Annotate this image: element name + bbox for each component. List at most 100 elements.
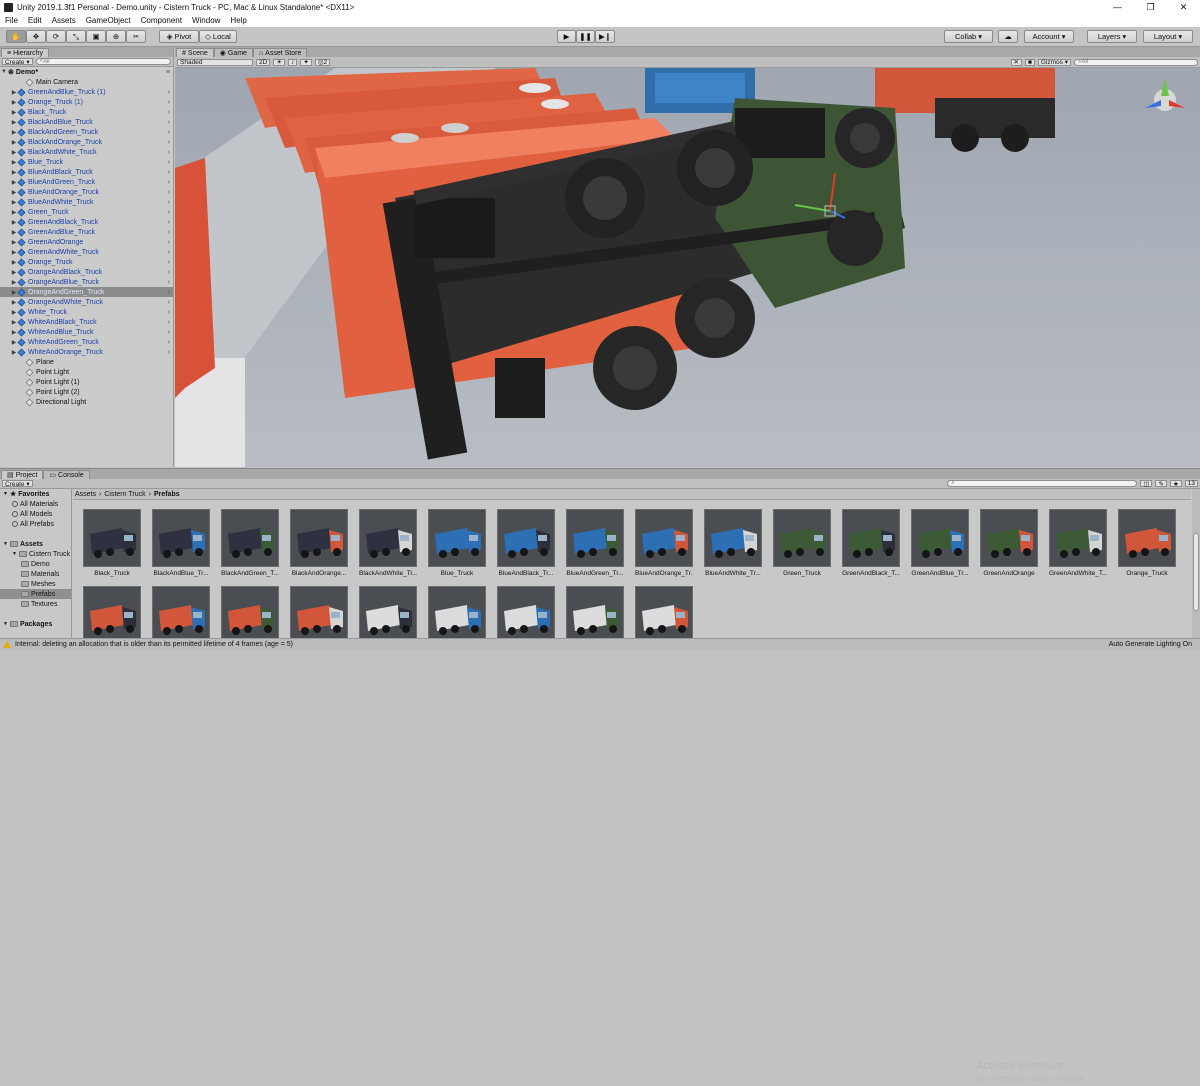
expand-arrow-icon[interactable]: ▼ <box>3 491 8 497</box>
asset-item[interactable]: GreenAndBlue_Tr... <box>911 509 969 577</box>
open-prefab-chevron-icon[interactable]: › <box>168 199 170 206</box>
asset-item[interactable]: GreenAndOrange <box>980 509 1038 577</box>
camera-icon[interactable]: ■ <box>1024 58 1035 66</box>
menu-file[interactable]: File <box>0 16 23 25</box>
hierarchy-item[interactable]: Point Light (1) <box>0 377 173 387</box>
hierarchy-search-input[interactable]: ⌕ All <box>35 58 171 65</box>
open-prefab-chevron-icon[interactable]: › <box>168 259 170 266</box>
hierarchy-item[interactable]: ▶ GreenAndBlue_Truck (1) › <box>0 87 173 97</box>
open-prefab-chevron-icon[interactable]: › <box>168 319 170 326</box>
open-prefab-chevron-icon[interactable]: › <box>168 339 170 346</box>
hierarchy-item[interactable]: ▶ GreenAndOrange › <box>0 237 173 247</box>
asset-item[interactable]: GreenAndWhite_T... <box>1049 509 1107 577</box>
hierarchy-item[interactable]: Point Light <box>0 367 173 377</box>
filter-type-icon[interactable]: ◫ <box>1140 480 1153 488</box>
local-toggle[interactable]: ◇ Local <box>199 30 237 43</box>
project-tree-item[interactable]: Prefabs <box>0 589 71 599</box>
expand-arrow-icon[interactable]: ▼ <box>3 621 8 627</box>
open-prefab-chevron-icon[interactable]: › <box>168 89 170 96</box>
asset-item[interactable]: BlackAndWhite_Tr... <box>359 509 417 577</box>
custom-tool-icon[interactable]: ✂ <box>126 30 146 43</box>
open-prefab-chevron-icon[interactable]: › <box>168 179 170 186</box>
asset-scrollbar[interactable] <box>1192 489 1200 639</box>
open-prefab-chevron-icon[interactable]: › <box>168 279 170 286</box>
status-bar[interactable]: Internal: deleting an allocation that is… <box>0 638 1200 650</box>
hierarchy-item[interactable]: ▶ BlackAndGreen_Truck › <box>0 127 173 137</box>
asset-item[interactable] <box>152 586 210 639</box>
breadcrumb-assets[interactable]: Assets <box>75 491 96 498</box>
hierarchy-item[interactable]: ▶ Orange_Truck (1) › <box>0 97 173 107</box>
filter-label-icon[interactable]: ✎ <box>1155 480 1167 488</box>
asset-item[interactable]: BlueAndOrange_Tr... <box>635 509 693 577</box>
pivot-toggle[interactable]: ◈ Pivot <box>159 30 199 43</box>
asset-item[interactable]: Black_Truck <box>83 509 141 577</box>
project-tree-item[interactable]: ▼ ★ Favorites <box>0 489 71 499</box>
project-tree-item[interactable]: Demo <box>0 559 71 569</box>
move-tool-icon[interactable]: ✥ <box>26 30 46 43</box>
lighting-toggle-icon[interactable]: ☀ <box>273 58 286 66</box>
hierarchy-item[interactable]: ▶ Blue_Truck › <box>0 157 173 167</box>
hierarchy-item[interactable]: ▶ GreenAndBlue_Truck › <box>0 227 173 237</box>
hierarchy-item[interactable]: ▶ BlackAndOrange_Truck › <box>0 137 173 147</box>
hierarchy-item[interactable]: ▶ BlueAndGreen_Truck › <box>0 177 173 187</box>
expand-arrow-icon[interactable]: ▼ <box>0 69 8 75</box>
asset-item[interactable] <box>359 586 417 639</box>
project-tree-item[interactable]: ▼ Assets <box>0 539 71 549</box>
hierarchy-item[interactable]: ▶ WhiteAndOrange_Truck › <box>0 347 173 357</box>
asset-item[interactable] <box>290 586 348 639</box>
hierarchy-item[interactable]: Main Camera <box>0 77 173 87</box>
asset-item[interactable] <box>566 586 624 639</box>
project-create-dropdown[interactable]: Create ▾ <box>2 480 33 488</box>
project-tree-item[interactable]: All Materials <box>0 499 71 509</box>
pause-button[interactable]: ❚❚ <box>576 30 595 43</box>
hierarchy-item[interactable]: ▶ WhiteAndBlue_Truck › <box>0 327 173 337</box>
project-tree-item[interactable]: All Models <box>0 509 71 519</box>
asset-item[interactable]: Green_Truck <box>773 509 831 577</box>
hierarchy-item[interactable]: ▶ OrangeAndWhite_Truck › <box>0 297 173 307</box>
asset-item[interactable]: BlueAndWhite_Tr... <box>704 509 762 577</box>
cloud-icon[interactable]: ☁ <box>998 30 1018 43</box>
hierarchy-item[interactable]: Point Light (2) <box>0 387 173 397</box>
hierarchy-item[interactable]: ▶ Black_Truck › <box>0 107 173 117</box>
asset-item[interactable] <box>497 586 555 639</box>
open-prefab-chevron-icon[interactable]: › <box>168 129 170 136</box>
tab-scene[interactable]: # Scene <box>176 48 214 57</box>
menu-edit[interactable]: Edit <box>23 16 47 25</box>
hierarchy-create-dropdown[interactable]: Create ▾ <box>2 58 33 66</box>
hierarchy-item[interactable]: ▶ GreenAndBlack_Truck › <box>0 217 173 227</box>
asset-item[interactable]: BlackAndOrange... <box>290 509 348 577</box>
open-prefab-chevron-icon[interactable]: › <box>168 99 170 106</box>
hierarchy-item[interactable]: ▶ OrangeAndGreen_Truck › <box>0 287 173 297</box>
scene-menu-icon[interactable]: ≡ <box>166 69 170 76</box>
2d-toggle[interactable]: 2D <box>256 58 271 66</box>
transform-tool-icon[interactable]: ⊕ <box>106 30 126 43</box>
open-prefab-chevron-icon[interactable]: › <box>168 299 170 306</box>
tab-hierarchy[interactable]: ≡ Hierarchy <box>1 48 50 57</box>
rect-tool-icon[interactable]: ▣ <box>86 30 106 43</box>
project-tree-item[interactable]: Textures <box>0 599 71 609</box>
asset-item[interactable]: BlackAndBlue_Tr... <box>152 509 210 577</box>
asset-item[interactable] <box>83 586 141 639</box>
hand-tool-icon[interactable]: ✋ <box>6 30 26 43</box>
tab-asset-store[interactable]: ⌂ Asset Store <box>252 48 308 57</box>
scrollbar-thumb[interactable] <box>1193 533 1199 611</box>
project-tree-item[interactable]: ▼ Packages <box>0 619 71 629</box>
hierarchy-item[interactable]: ▶ GreenAndWhite_Truck › <box>0 247 173 257</box>
close-button[interactable]: ✕ <box>1167 2 1200 13</box>
maximize-button[interactable]: ❐ <box>1134 2 1167 13</box>
project-tree-item[interactable]: Meshes <box>0 579 71 589</box>
menu-gameobject[interactable]: GameObject <box>81 16 136 25</box>
minimize-button[interactable]: — <box>1101 2 1134 13</box>
shading-dropdown[interactable]: Shaded <box>177 58 253 66</box>
scene-search-input[interactable]: ⌕ All <box>1074 58 1198 66</box>
hierarchy-item[interactable]: ▶ OrangeAndBlue_Truck › <box>0 277 173 287</box>
hierarchy-item[interactable]: ▶ OrangeAndBlack_Truck › <box>0 267 173 277</box>
asset-item[interactable]: BlueAndBlack_Tr... <box>497 509 555 577</box>
hierarchy-item[interactable]: ▶ BlueAndBlack_Truck › <box>0 167 173 177</box>
menu-component[interactable]: Component <box>136 16 187 25</box>
asset-item[interactable] <box>635 586 693 639</box>
open-prefab-chevron-icon[interactable]: › <box>168 189 170 196</box>
open-prefab-chevron-icon[interactable]: › <box>168 159 170 166</box>
hierarchy-item[interactable]: ▶ Orange_Truck › <box>0 257 173 267</box>
open-prefab-chevron-icon[interactable]: › <box>168 289 170 296</box>
